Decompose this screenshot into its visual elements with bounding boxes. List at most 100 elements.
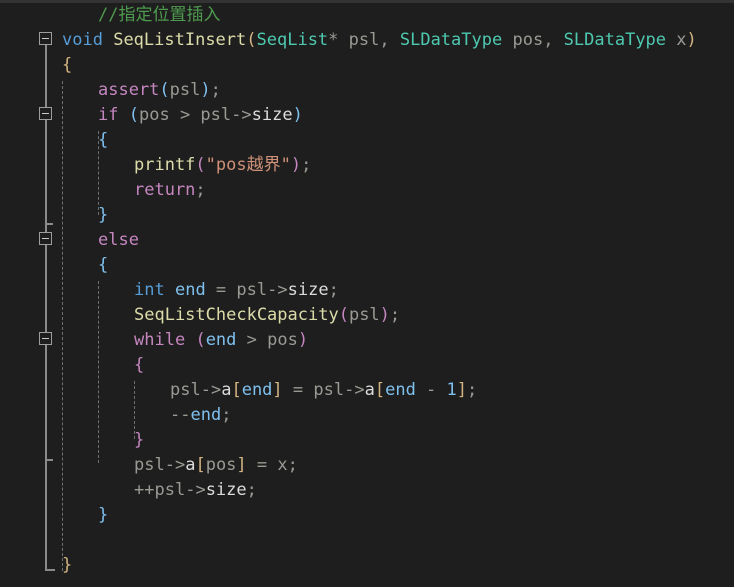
code-token: return <box>134 180 196 200</box>
code-token: a <box>185 455 196 475</box>
code-token: { <box>62 55 73 75</box>
editor-fold-gutter[interactable] <box>0 3 62 587</box>
code-line[interactable]: int end = psl->size; <box>134 278 339 303</box>
code-token: psl <box>236 280 268 300</box>
code-token: ; <box>195 180 206 200</box>
code-line[interactable]: } <box>98 203 108 228</box>
code-token: psl <box>348 305 380 325</box>
code-token: } <box>98 205 109 225</box>
code-token: ( <box>246 30 257 50</box>
code-token: ( <box>195 155 206 175</box>
code-token: [ <box>374 380 386 400</box>
code-token: SeqList <box>256 30 329 50</box>
code-token: * <box>328 30 349 50</box>
code-token: void <box>62 30 103 50</box>
code-token: = <box>282 380 314 400</box>
code-token: ; <box>467 380 478 400</box>
code-token: pos <box>267 330 298 350</box>
code-token: ; <box>389 305 401 325</box>
code-token: -> <box>200 380 222 400</box>
code-editor[interactable]: //指定位置插入 void SeqListInsert(SeqList* psl,… <box>0 0 734 587</box>
code-token: ] <box>236 455 247 475</box>
code-line[interactable]: while (end > pos) <box>134 328 308 353</box>
code-token: 1 <box>446 380 457 400</box>
code-token: , <box>543 30 564 50</box>
fold-marker-while[interactable] <box>39 332 52 345</box>
code-token: end <box>385 380 416 400</box>
code-token: } <box>98 505 109 525</box>
code-token: a <box>364 380 375 400</box>
code-token: size <box>287 280 329 300</box>
code-line[interactable]: { <box>98 253 108 278</box>
code-token: SLDataType <box>399 30 503 50</box>
code-line[interactable]: void SeqListInsert(SeqList* psl, SLDataT… <box>62 28 697 53</box>
code-token: ; <box>328 280 339 300</box>
code-token: ; <box>210 80 221 100</box>
code-line[interactable]: } <box>98 503 108 528</box>
fold-region-end-tick <box>45 569 55 571</box>
code-line[interactable]: return; <box>134 178 206 203</box>
code-line[interactable]: SeqListCheckCapacity(psl); <box>134 303 400 328</box>
code-token: end <box>241 380 273 400</box>
code-line[interactable]: printf("pos越界"); <box>134 153 311 178</box>
code-token: ) <box>686 30 697 50</box>
code-token: ; <box>287 455 298 475</box>
code-token: ; <box>246 480 257 500</box>
code-line[interactable]: psl->a[pos] = x; <box>134 453 298 478</box>
code-token: = <box>246 455 278 475</box>
fold-region-line <box>45 345 47 458</box>
code-token: ] <box>272 380 283 400</box>
fold-region-end-tick <box>45 223 53 225</box>
code-token: { <box>134 355 145 375</box>
code-token: pos <box>512 30 544 50</box>
code-token: ) <box>379 305 390 325</box>
code-token: ) <box>297 330 309 350</box>
code-line[interactable]: { <box>62 53 72 78</box>
code-token: psl <box>169 80 201 100</box>
code-token: a <box>221 380 232 400</box>
code-token: -- <box>170 405 191 425</box>
code-token: -> <box>231 105 252 125</box>
code-token: psl <box>170 380 201 400</box>
code-token: size <box>251 105 293 125</box>
code-line[interactable]: else <box>98 228 139 253</box>
code-token: ) <box>290 155 302 175</box>
code-token: printf <box>134 155 196 175</box>
code-token: pos <box>138 105 170 125</box>
code-line[interactable]: { <box>98 128 108 153</box>
fold-marker-function[interactable] <box>39 32 52 45</box>
code-token: psl <box>154 480 186 500</box>
code-line[interactable]: if (pos > psl->size) <box>98 103 303 128</box>
indent-guide <box>62 81 64 571</box>
code-line[interactable]: ++psl->size; <box>134 478 257 503</box>
code-line[interactable]: psl->a[end] = psl->a[end - 1]; <box>170 378 477 403</box>
code-token: { <box>98 130 109 150</box>
fold-marker-if[interactable] <box>39 107 52 120</box>
code-token: pos <box>205 455 237 475</box>
code-token: ) <box>292 105 303 125</box>
code-line[interactable]: { <box>134 353 144 378</box>
code-token: x <box>277 455 288 475</box>
code-line[interactable]: --end; <box>170 403 231 428</box>
code-line[interactable]: //指定位置插入 <box>98 3 220 28</box>
code-line[interactable]: assert(psl); <box>98 78 221 103</box>
code-token: [ <box>195 455 206 475</box>
fold-marker-else[interactable] <box>39 232 52 245</box>
code-line[interactable]: } <box>62 553 72 578</box>
code-line[interactable]: } <box>134 428 144 453</box>
code-token: end <box>190 405 222 425</box>
code-token: ) <box>200 80 211 100</box>
code-token: if <box>98 105 119 125</box>
code-token: ] <box>456 380 468 400</box>
code-token: "pos越界" <box>205 155 291 175</box>
code-token: ( <box>338 305 349 325</box>
code-token: assert <box>98 80 160 100</box>
code-token: ( <box>159 80 170 100</box>
code-token: } <box>62 555 73 575</box>
